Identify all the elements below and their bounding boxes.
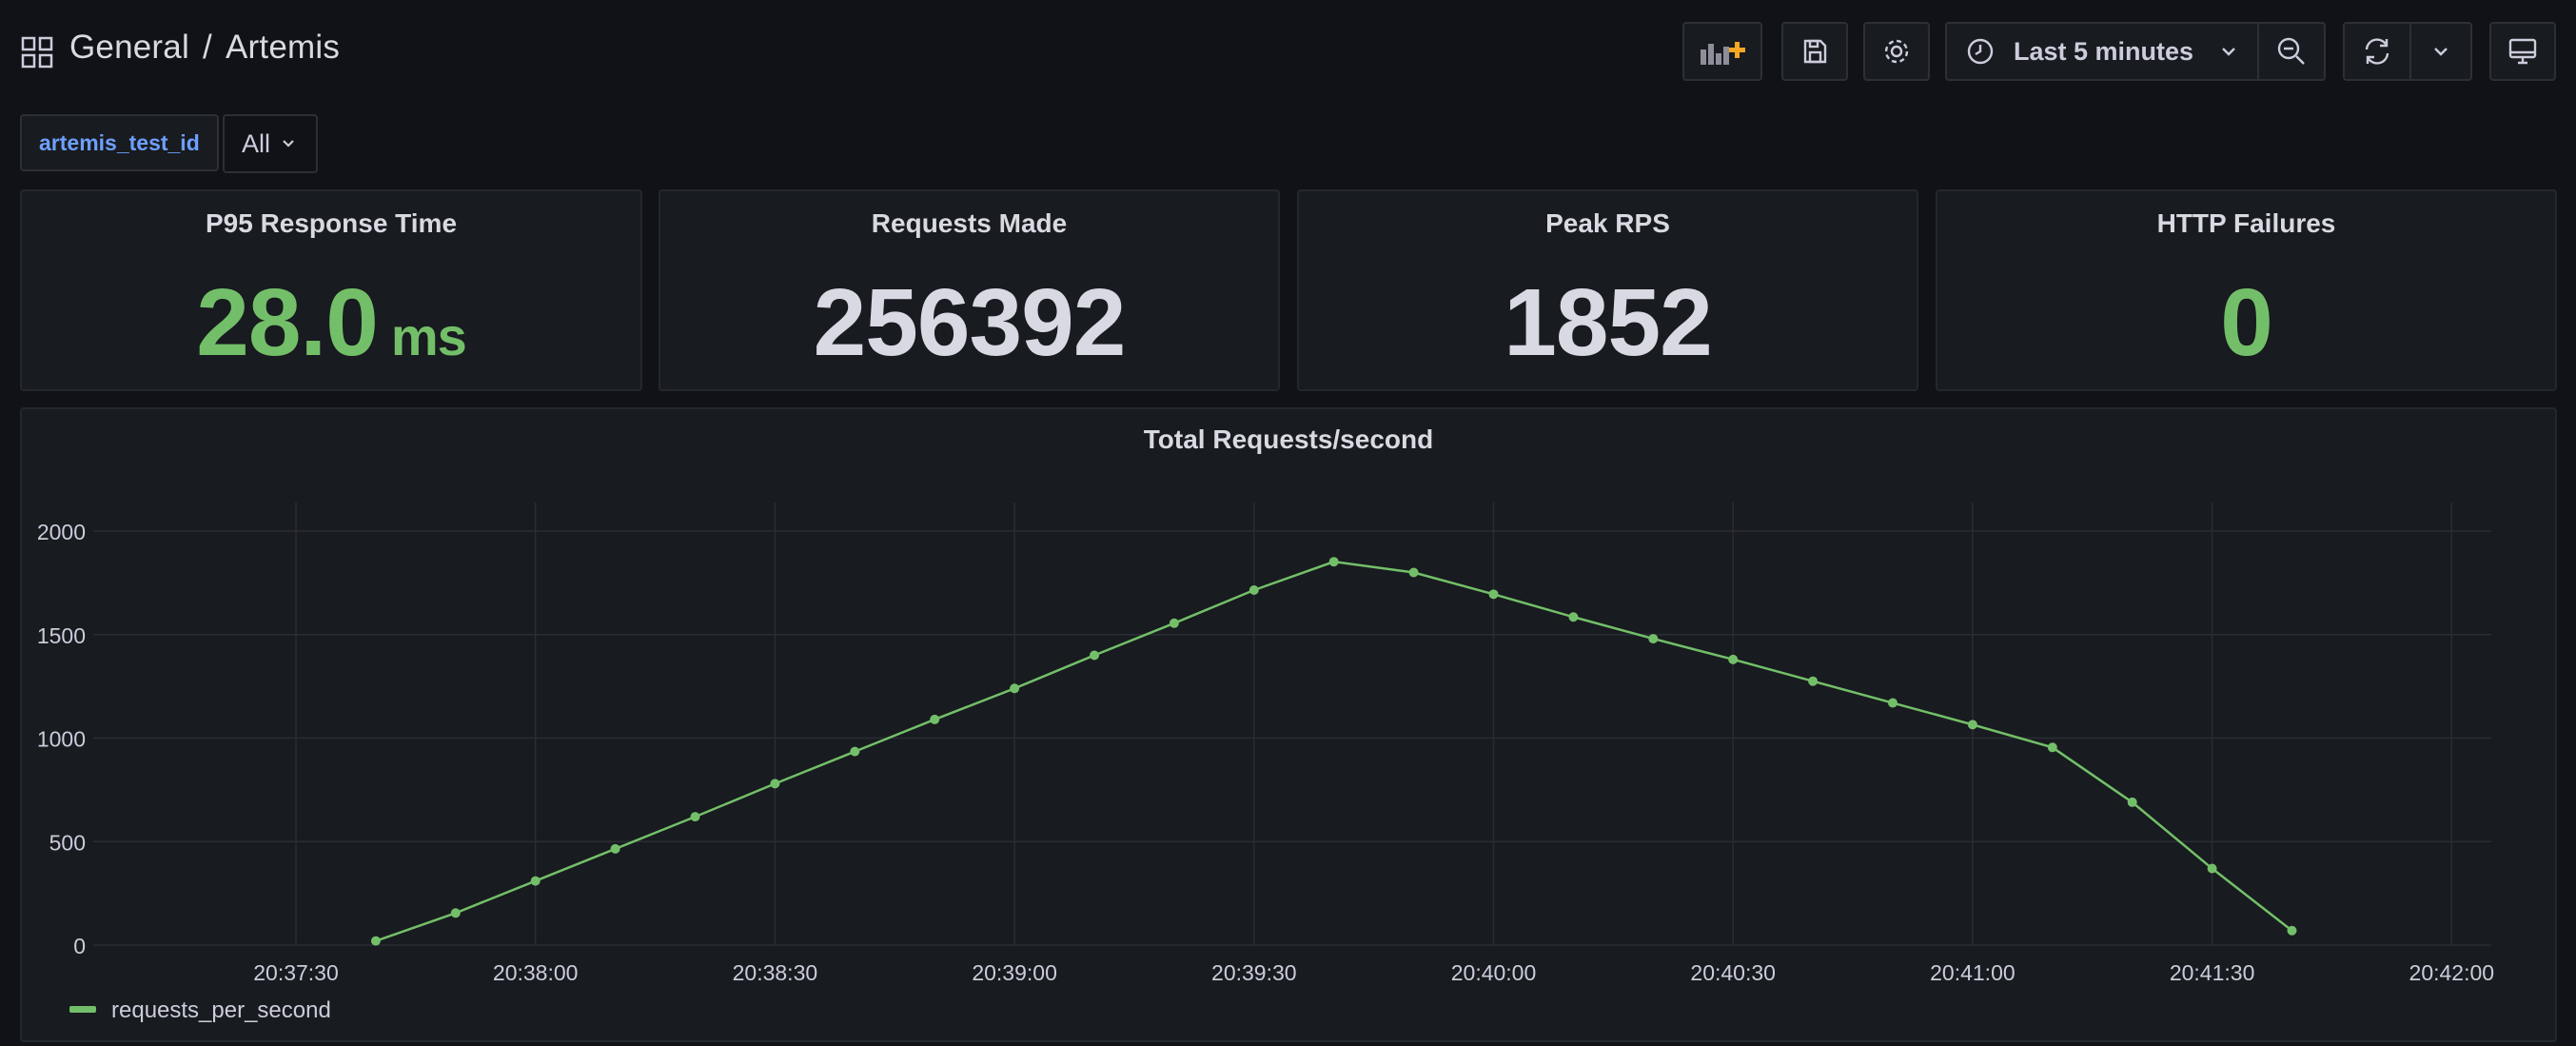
clock-icon: [1967, 38, 1994, 65]
data-point[interactable]: [770, 779, 780, 789]
timeseries-panel[interactable]: Total Requests/second 0 500 1000 1500 2000 20…: [20, 407, 2557, 1042]
series-line: [375, 560, 2293, 942]
data-point[interactable]: [2207, 863, 2217, 874]
stat-panel-http-failures[interactable]: HTTP Failures 0: [1936, 189, 2557, 391]
top-navbar: General / Artemis Last 5 minutes: [0, 0, 2576, 105]
x-tick-label: 20:40:30: [1690, 960, 1776, 985]
x-tick-label: 20:42:00: [2409, 960, 2495, 985]
refresh-button[interactable]: [2343, 22, 2411, 81]
data-point[interactable]: [1010, 683, 1020, 694]
zoom-out-icon: [2277, 37, 2305, 65]
x-tick-label: 20:40:00: [1451, 960, 1537, 985]
x-tick-label: 20:38:30: [733, 960, 818, 985]
x-tick-label: 20:41:00: [1930, 960, 2016, 985]
legend-label[interactable]: requests_per_second: [111, 997, 331, 1023]
variable-label: artemis_test_id: [20, 114, 219, 171]
refresh-icon: [2365, 38, 2389, 65]
add-panel-button[interactable]: [1682, 22, 1762, 81]
breadcrumb-folder[interactable]: General: [69, 29, 189, 67]
variable-select[interactable]: All: [223, 114, 318, 173]
data-point[interactable]: [1648, 634, 1659, 644]
stat-panel-peak-rps[interactable]: Peak RPS 1852: [1297, 189, 1918, 391]
stat-value: 1852: [1504, 269, 1712, 376]
legend-swatch: [69, 1006, 96, 1013]
stat-title: HTTP Failures: [2156, 208, 2336, 238]
data-point[interactable]: [2127, 797, 2137, 807]
x-tick-label: 20:39:00: [972, 960, 1057, 985]
dashboard-settings-button[interactable]: [1863, 22, 1930, 81]
data-point[interactable]: [530, 876, 541, 886]
stat-value: 0: [2220, 269, 2273, 376]
data-point[interactable]: [2287, 925, 2297, 936]
breadcrumb-separator: /: [203, 29, 212, 66]
data-point[interactable]: [690, 812, 700, 822]
stat-unit: ms: [390, 306, 467, 366]
data-point[interactable]: [450, 908, 461, 918]
gear-icon: [1884, 39, 1909, 64]
stat-value: 28.0 ms: [22, 266, 640, 394]
variable-value: All: [242, 128, 271, 158]
data-point[interactable]: [1728, 654, 1739, 664]
data-point[interactable]: [1249, 584, 1259, 595]
chevron-down-icon: [2434, 48, 2448, 56]
y-tick-label: 1000: [37, 727, 86, 752]
data-point[interactable]: [1568, 612, 1579, 622]
time-range-label: Last 5 minutes: [2014, 36, 2194, 66]
stat-panel-p95[interactable]: P95 Response Time 28.0 ms: [20, 189, 642, 391]
data-point[interactable]: [1169, 618, 1179, 628]
y-tick-label: 500: [49, 830, 86, 855]
monitor-icon: [2508, 38, 2537, 65]
chart-grid: [93, 503, 2491, 946]
data-point[interactable]: [610, 843, 620, 854]
x-tick-label: 20:37:30: [253, 960, 339, 985]
data-point[interactable]: [1488, 589, 1499, 600]
stat-title: Peak RPS: [1545, 208, 1670, 238]
data-point[interactable]: [1808, 676, 1819, 686]
chevron-down-icon: [2222, 48, 2235, 56]
data-point[interactable]: [1888, 698, 1898, 708]
add-panel-icon: [1701, 42, 1745, 65]
data-point[interactable]: [1408, 567, 1419, 578]
refresh-interval-dropdown[interactable]: [2409, 22, 2472, 81]
stat-number: 28.0: [196, 269, 379, 376]
data-point[interactable]: [1090, 650, 1099, 661]
x-tick-label: 20:38:00: [493, 960, 579, 985]
chart-axes: 0 500 1000 1500 2000 20:37:30 20:38:00 20:38:30…: [37, 520, 2494, 985]
stat-title: Requests Made: [871, 208, 1068, 238]
stat-panel-requests-made[interactable]: Requests Made 256392: [659, 189, 1280, 391]
line-chart: 0 500 1000 1500 2000 20:37:30 20:38:00 20:38:30…: [37, 503, 2494, 1023]
apps-grid-icon[interactable]: [21, 36, 53, 69]
save-icon: [1803, 39, 1827, 64]
x-tick-label: 20:41:30: [2170, 960, 2255, 985]
x-tick-label: 20:39:30: [1211, 960, 1297, 985]
zoom-out-button[interactable]: [2257, 22, 2326, 81]
data-point[interactable]: [2047, 742, 2057, 753]
cycle-view-mode-button[interactable]: [2489, 22, 2556, 81]
data-point[interactable]: [850, 746, 860, 757]
data-point[interactable]: [930, 714, 940, 724]
stat-value: 256392: [813, 269, 1127, 376]
data-point[interactable]: [1328, 557, 1339, 567]
y-tick-label: 1500: [37, 623, 86, 648]
chevron-down-icon: [283, 140, 294, 148]
time-range-picker[interactable]: Last 5 minutes: [1945, 22, 2259, 81]
y-tick-label: 2000: [37, 520, 86, 544]
breadcrumb-dashboard[interactable]: Artemis: [226, 29, 340, 67]
chart-legend[interactable]: requests_per_second: [69, 997, 331, 1023]
stat-title: P95 Response Time: [205, 208, 458, 238]
save-dashboard-button[interactable]: [1781, 22, 1848, 81]
data-point[interactable]: [1967, 720, 1977, 730]
data-point[interactable]: [370, 936, 381, 946]
chart-series: [370, 557, 2297, 946]
y-tick-label: 0: [73, 934, 86, 958]
